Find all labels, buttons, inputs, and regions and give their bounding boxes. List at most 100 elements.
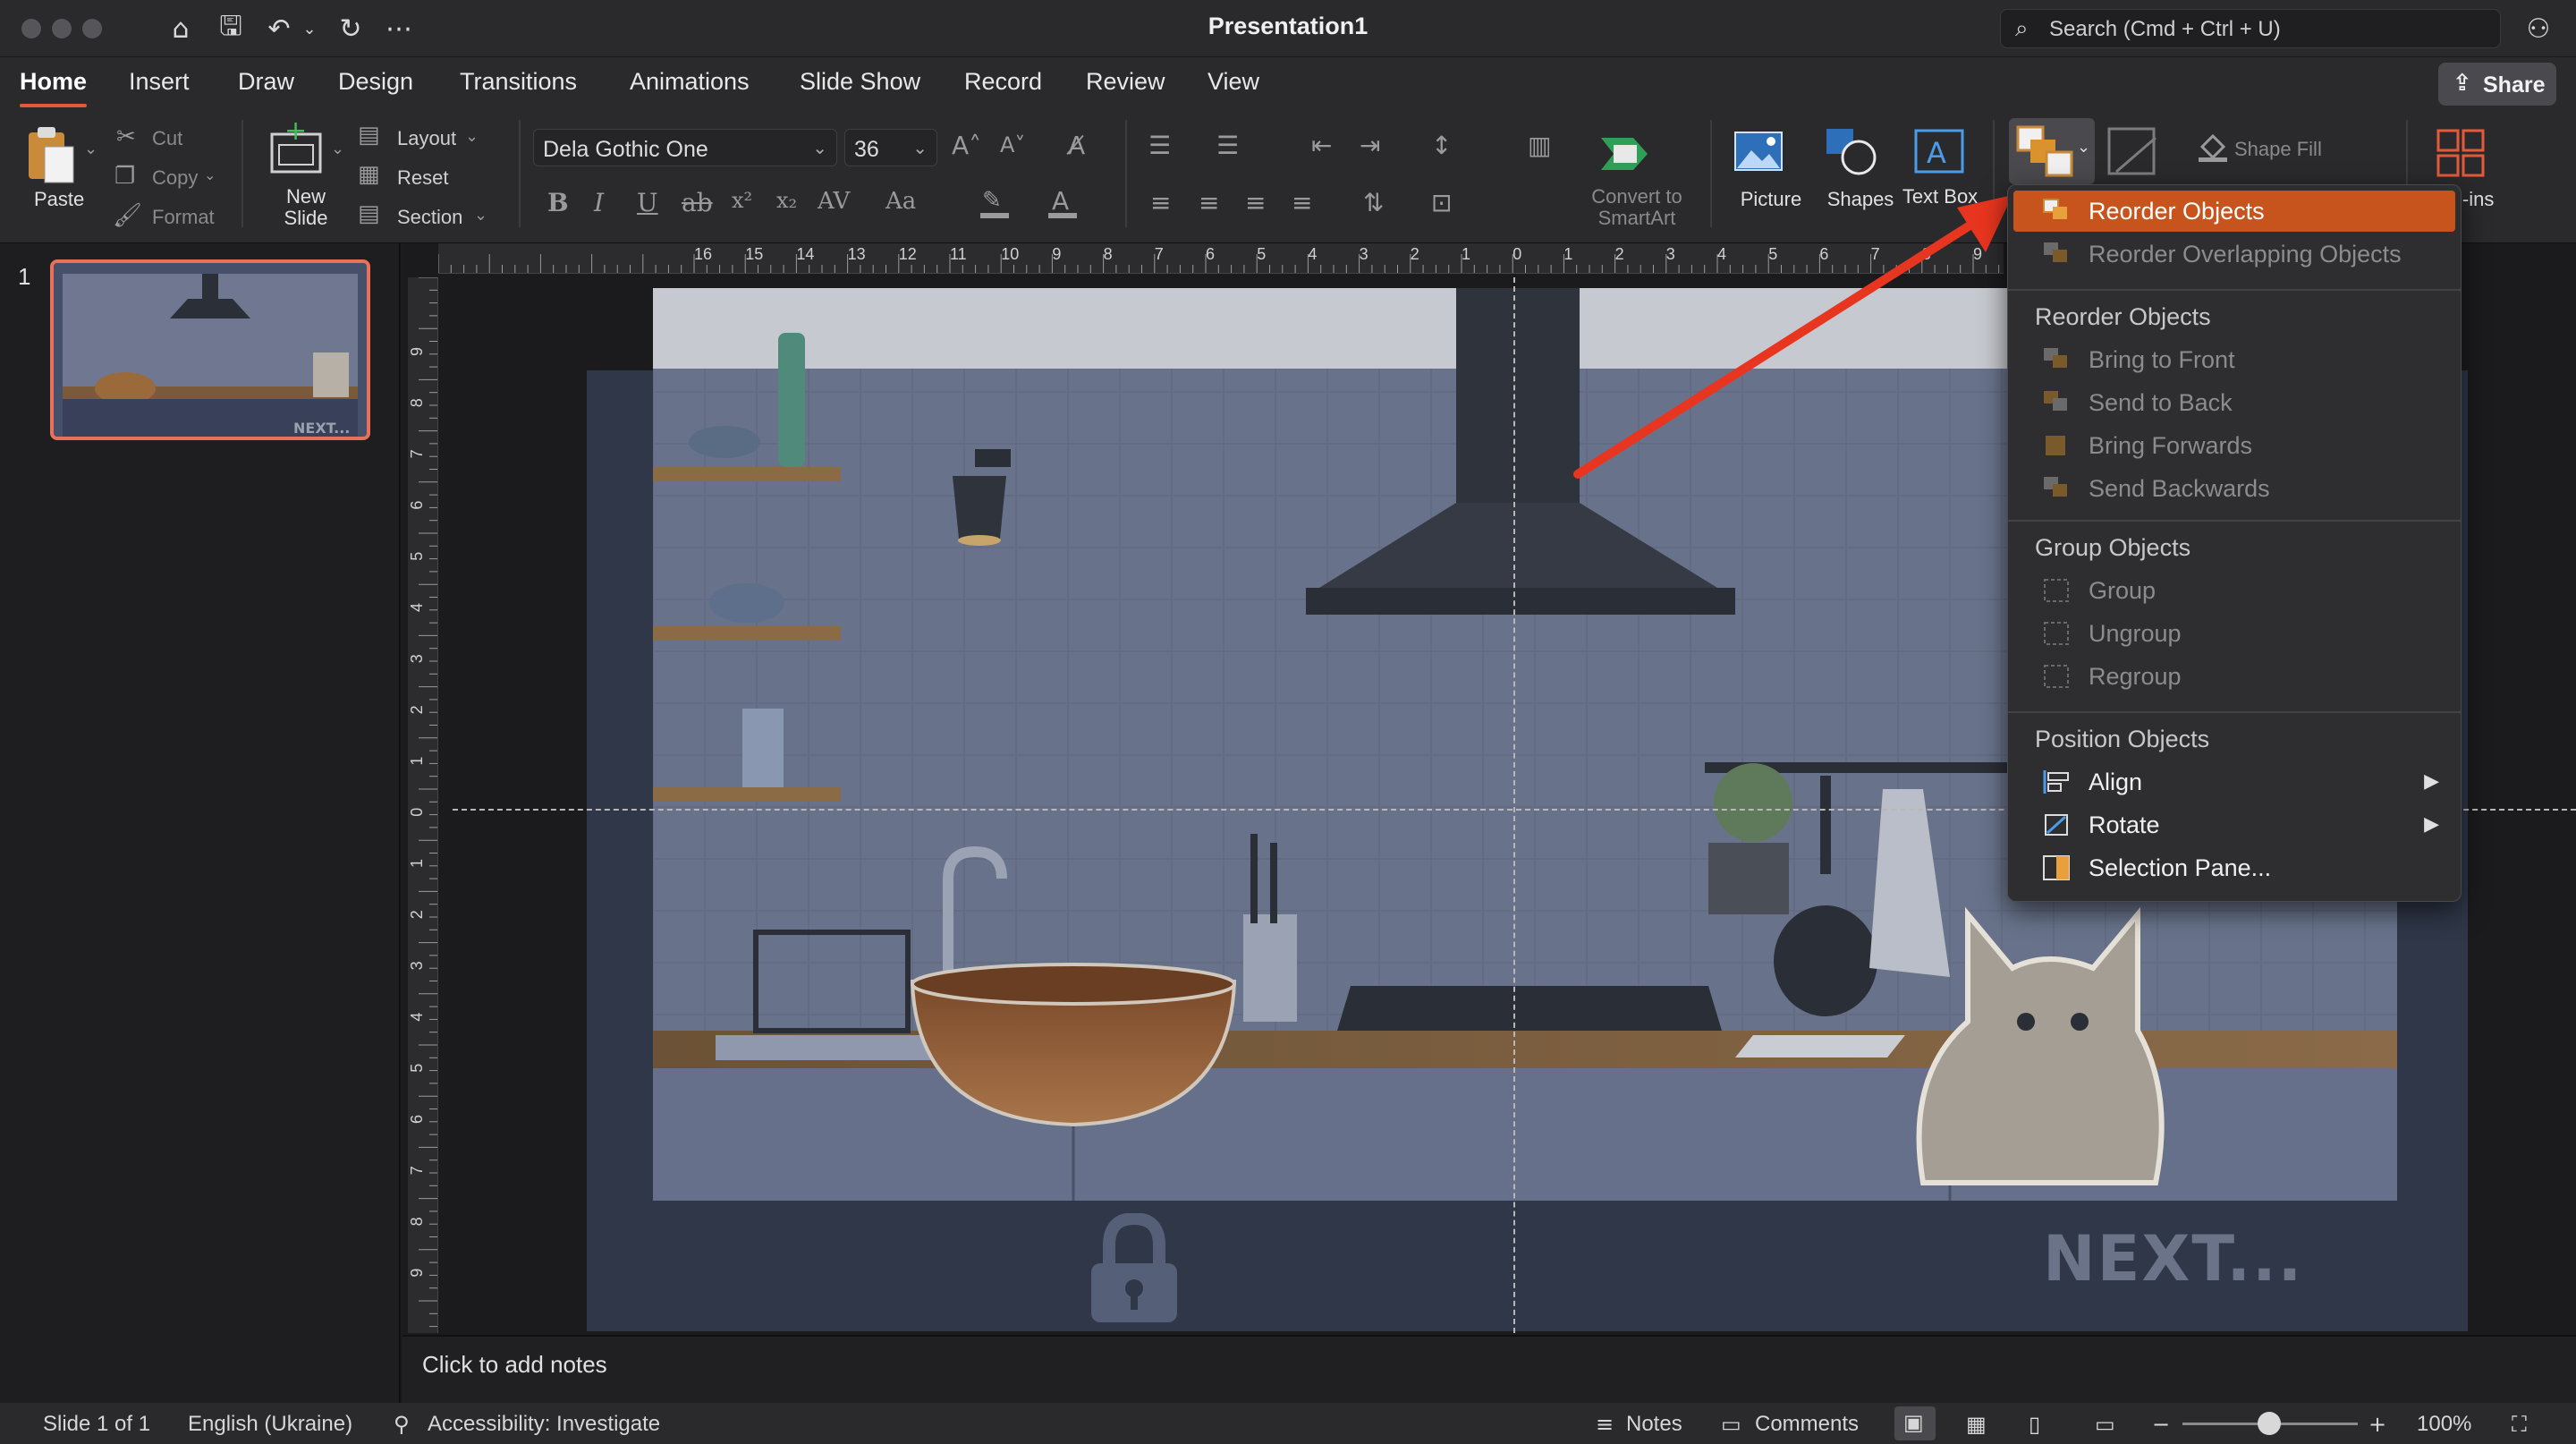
strikethrough-icon[interactable]: ab — [682, 188, 713, 217]
menu-item-reorder-objects-top[interactable]: Reorder Objects — [2013, 191, 2455, 232]
menu-item-send-backwards[interactable]: Send Backwards — [2013, 468, 2455, 509]
tab-review[interactable]: Review — [1086, 68, 1165, 107]
shape-fill-button[interactable]: Shape Fill — [2234, 138, 2322, 161]
highlight-color-icon[interactable]: ✎ — [979, 184, 1011, 220]
zoom-window-button[interactable] — [82, 19, 102, 38]
character-spacing-icon[interactable]: AV — [818, 188, 850, 215]
picture-icon[interactable] — [1732, 127, 1789, 177]
new-slide-dropdown-chevron-icon[interactable]: ⌄ — [331, 140, 344, 158]
more-icon[interactable]: ⋯ — [381, 11, 417, 47]
zoom-level[interactable]: 100% — [2417, 1412, 2471, 1437]
comments-button[interactable]: Comments — [1755, 1412, 1859, 1437]
tab-record[interactable]: Record — [964, 68, 1042, 107]
new-slide-button[interactable]: New Slide — [268, 186, 343, 229]
account-icon[interactable]: ⚇ — [2521, 11, 2556, 47]
tab-animations[interactable]: Animations — [630, 68, 750, 107]
line-spacing-icon[interactable]: ↕ — [1431, 131, 1452, 160]
menu-item-send-to-back[interactable]: Send to Back — [2013, 382, 2455, 423]
section-dropdown-chevron-icon[interactable]: ⌄ — [474, 206, 487, 225]
undo-dropdown-chevron-icon[interactable]: ⌄ — [292, 11, 327, 47]
paste-icon[interactable] — [23, 123, 77, 186]
bullets-icon[interactable]: ☰ — [1148, 131, 1171, 160]
font-name-combo[interactable]: Dela Gothic One ⌄ — [533, 129, 837, 166]
vertical-guide[interactable] — [1513, 277, 1515, 1333]
subscript-icon[interactable]: x₂ — [776, 188, 797, 213]
copy-button[interactable]: Copy — [152, 166, 198, 190]
superscript-icon[interactable]: x² — [732, 188, 752, 213]
tab-design[interactable]: Design — [338, 68, 413, 107]
tab-insert[interactable]: Insert — [129, 68, 190, 107]
layout-dropdown-chevron-icon[interactable]: ⌄ — [465, 127, 479, 146]
home-icon[interactable]: ⌂ — [163, 11, 199, 47]
close-window-button[interactable] — [21, 19, 41, 38]
menu-item-group[interactable]: Group — [2013, 570, 2455, 611]
zoom-slider-thumb[interactable] — [2258, 1412, 2281, 1435]
menu-item-ungroup[interactable]: Ungroup — [2013, 613, 2455, 654]
numbering-icon[interactable]: ☰ — [1216, 131, 1239, 160]
smartart-icon[interactable] — [1597, 129, 1651, 177]
change-case-icon[interactable]: Aa — [886, 188, 916, 215]
slide-show-icon[interactable]: ▭ — [2095, 1412, 2115, 1437]
tab-home[interactable]: Home — [20, 68, 88, 107]
justify-icon[interactable]: ≡ — [1292, 188, 1312, 217]
clear-formatting-icon[interactable]: A̸ — [1068, 131, 1085, 160]
minimize-window-button[interactable] — [52, 19, 72, 38]
decrease-indent-icon[interactable]: ⇤ — [1311, 131, 1332, 160]
align-left-icon[interactable]: ≡ — [1150, 188, 1171, 217]
menu-item-align[interactable]: Align ▶ — [2013, 761, 2455, 803]
decrease-font-size-icon[interactable]: A˅ — [1000, 132, 1025, 157]
menu-item-rotate[interactable]: Rotate ▶ — [2013, 804, 2455, 845]
italic-icon[interactable]: I — [594, 188, 604, 217]
align-right-icon[interactable]: ≡ — [1245, 188, 1266, 217]
save-icon[interactable]: 🖫 — [213, 11, 249, 47]
paste-button[interactable]: Paste — [16, 188, 106, 211]
menu-item-regroup[interactable]: Regroup — [2013, 656, 2455, 697]
columns-icon[interactable]: ▥ — [1528, 131, 1551, 160]
share-button[interactable]: ⇪ Share — [2438, 63, 2556, 106]
paste-dropdown-chevron-icon[interactable]: ⌄ — [84, 140, 97, 158]
bold-icon[interactable]: B — [547, 188, 569, 217]
increase-font-size-icon[interactable]: A˄ — [952, 131, 981, 160]
reset-button[interactable]: Reset — [397, 166, 448, 190]
shapes-icon[interactable] — [1821, 125, 1880, 179]
new-slide-icon[interactable]: + — [267, 115, 329, 179]
zoom-out-icon[interactable]: − — [2152, 1412, 2170, 1437]
fit-to-window-icon[interactable]: ⛶ — [2512, 1412, 2527, 1437]
align-text-icon[interactable]: ⊡ — [1431, 188, 1452, 217]
layout-button[interactable]: Layout — [397, 127, 456, 150]
slide-thumbnail[interactable]: NEXT... — [50, 259, 370, 440]
accessibility-status[interactable]: Accessibility: Investigate — [428, 1412, 660, 1437]
add-ins-button[interactable]: l-ins — [2458, 188, 2512, 211]
menu-item-bring-forwards[interactable]: Bring Forwards — [2013, 425, 2455, 466]
notes-button[interactable]: Notes — [1626, 1412, 1682, 1437]
language-status[interactable]: English (Ukraine) — [188, 1412, 352, 1437]
increase-indent-icon[interactable]: ⇥ — [1360, 131, 1380, 160]
tab-slide-show[interactable]: Slide Show — [800, 68, 920, 107]
copy-dropdown-chevron-icon[interactable]: ⌄ — [204, 166, 216, 183]
format-painter-button[interactable]: Format — [152, 206, 215, 229]
menu-item-reorder-overlapping-objects[interactable]: Reorder Overlapping Objects — [2013, 234, 2455, 275]
text-direction-icon[interactable]: ⇅ — [1363, 188, 1384, 217]
add-ins-icon[interactable] — [2435, 127, 2488, 181]
tab-transitions[interactable]: Transitions — [460, 68, 577, 107]
font-color-icon[interactable]: A — [1046, 184, 1079, 220]
quick-styles-icon[interactable] — [2104, 122, 2166, 184]
menu-item-selection-pane[interactable]: Selection Pane... — [2013, 847, 2455, 888]
redo-icon[interactable]: ↻ — [333, 11, 369, 47]
shape-fill-icon[interactable] — [2197, 131, 2229, 163]
next-text[interactable]: NEXT... — [2043, 1222, 2303, 1295]
menu-item-bring-to-front[interactable]: Bring to Front — [2013, 339, 2455, 380]
section-button[interactable]: Section — [397, 206, 462, 229]
font-size-combo[interactable]: 36 ⌄ — [844, 129, 937, 166]
text-box-icon[interactable]: A — [1912, 127, 1968, 177]
search-input[interactable]: ⌕ Search (Cmd + Ctrl + U) — [2000, 9, 2501, 48]
tab-draw[interactable]: Draw — [238, 68, 294, 107]
underline-icon[interactable]: U — [637, 188, 658, 217]
reading-view-icon[interactable]: ▯ — [2029, 1412, 2040, 1437]
cut-button[interactable]: Cut — [152, 127, 182, 150]
align-center-icon[interactable]: ≡ — [1199, 188, 1219, 217]
slide-sorter-icon[interactable]: ▦ — [1966, 1412, 1987, 1437]
zoom-in-icon[interactable]: + — [2368, 1412, 2386, 1437]
notes-area[interactable]: Click to add notes — [402, 1335, 2576, 1403]
tab-view[interactable]: View — [1208, 68, 1259, 107]
